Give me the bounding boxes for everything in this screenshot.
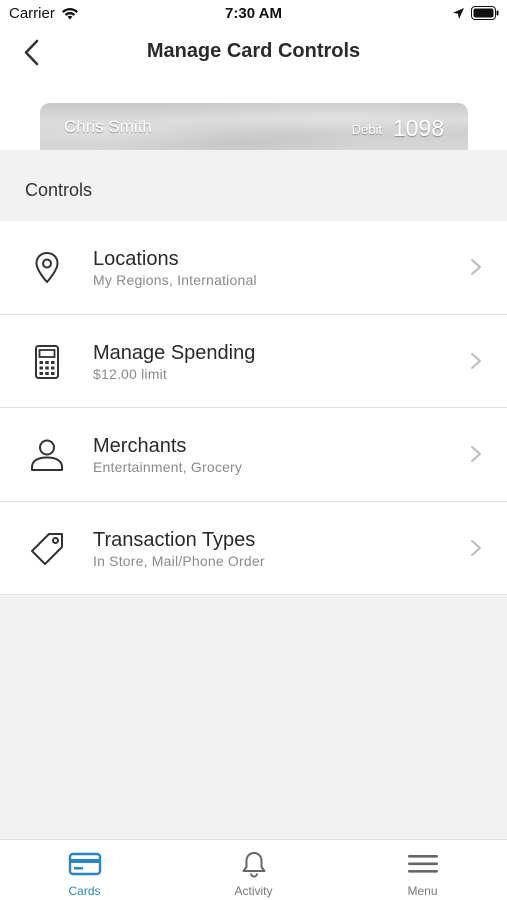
debit-card: Chris Smith Debit 1098: [40, 103, 468, 150]
row-title: Merchants: [93, 435, 187, 457]
chevron-right-icon: [471, 352, 481, 369]
card-header-area: Chris Smith Debit 1098: [0, 78, 507, 150]
control-row-locations[interactable]: Locations My Regions, International: [0, 221, 507, 315]
row-subtitle: Entertainment, Grocery: [93, 459, 243, 475]
section-header: Controls: [0, 150, 507, 221]
tab-bar: Cards Activity Menu: [0, 839, 507, 900]
calculator-icon: [35, 344, 59, 379]
person-icon: [31, 439, 63, 471]
row-subtitle: $12.00 limit: [93, 365, 167, 382]
navigation-bar: Manage Card Controls: [0, 28, 507, 78]
tab-menu[interactable]: Menu: [338, 840, 507, 900]
row-subtitle: My Regions, International: [93, 272, 257, 288]
status-bar: Carrier 7:30 AM: [0, 0, 507, 28]
card-type-label: Debit: [351, 122, 382, 137]
chevron-right-icon: [471, 259, 481, 275]
control-row-transaction-types[interactable]: Transaction Types In Store, Mail/Phone O…: [0, 501, 507, 595]
status-indicators: [452, 6, 499, 20]
row-subtitle: In Store, Mail/Phone Order: [93, 552, 265, 569]
page-title: Manage Card Controls: [146, 40, 361, 62]
tab-label: Menu: [407, 884, 438, 898]
tab-label: Cards: [68, 884, 101, 898]
tab-cards[interactable]: Cards: [0, 840, 169, 900]
menu-icon: [407, 855, 438, 873]
status-time: 7:30 AM: [225, 5, 282, 22]
bell-icon: [242, 852, 265, 878]
controls-list: Locations My Regions, International Mana…: [0, 221, 507, 595]
tag-icon: [31, 532, 63, 565]
battery-icon: [471, 6, 499, 20]
row-title: Locations: [93, 248, 179, 270]
section-label: Controls: [25, 180, 93, 200]
row-title: Transaction Types: [93, 528, 256, 551]
chevron-right-icon: [471, 539, 481, 556]
tab-label: Activity: [234, 884, 273, 898]
screen: Carrier 7:30 AM Manage Card Controls Chr…: [0, 0, 507, 900]
tab-activity[interactable]: Activity: [169, 840, 338, 900]
row-title: Manage Spending: [93, 341, 256, 364]
location-arrow-icon: [453, 7, 464, 19]
location-pin-icon: [35, 251, 59, 284]
chevron-right-icon: [471, 446, 481, 462]
card-icon: [68, 852, 101, 876]
card-holder-name: Chris Smith: [64, 117, 152, 136]
control-row-manage-spending[interactable]: Manage Spending $12.00 limit: [0, 314, 507, 408]
control-row-merchants[interactable]: Merchants Entertainment, Grocery: [0, 408, 507, 502]
card-last-four: 1098: [392, 115, 444, 141]
